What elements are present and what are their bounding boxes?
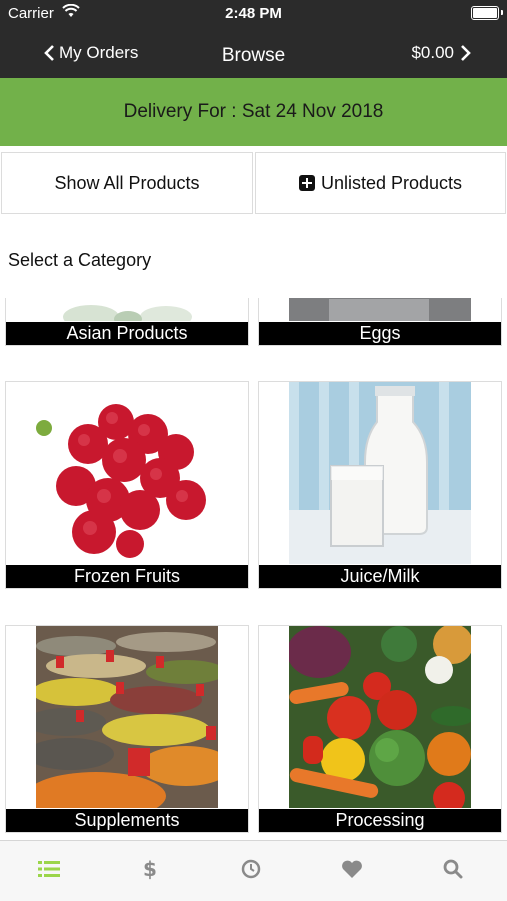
tab-orders[interactable]: $ [135, 855, 165, 883]
unlisted-label: Unlisted Products [320, 172, 463, 193]
category-label: Eggs [259, 322, 501, 345]
delivery-date-label: Delivery For : Sat 24 Nov 2018 [123, 101, 384, 122]
category-label: Processing [259, 809, 501, 832]
show-all-label: Show All Products [54, 172, 200, 193]
grains-spices-image [36, 626, 218, 808]
asian-products-image [36, 298, 218, 321]
action-button-row: Show All Products Unlisted Products [0, 152, 507, 216]
back-button[interactable]: My Orders [44, 43, 138, 63]
category-label: Supplements [6, 809, 248, 832]
category-grid[interactable]: Asian Products Eggs Frozen Fruits Juice/… [0, 298, 507, 838]
tab-favorites[interactable] [337, 855, 367, 883]
chevron-right-icon [461, 45, 471, 61]
category-label: Asian Products [6, 322, 248, 345]
category-tile-supplements[interactable]: Supplements [5, 625, 249, 833]
category-tile-eggs[interactable]: Eggs [258, 298, 502, 346]
tab-categories[interactable] [34, 855, 64, 883]
battery-icon [471, 6, 499, 20]
cart-total-button[interactable]: $0.00 [411, 43, 471, 63]
category-tile-frozen-fruits[interactable]: Frozen Fruits [5, 381, 249, 589]
category-tile-asian-products[interactable]: Asian Products [5, 298, 249, 346]
category-label: Juice/Milk [259, 565, 501, 588]
tab-search[interactable] [438, 855, 468, 883]
navigation-bar: My Orders Browse $0.00 [0, 28, 507, 78]
vegetables-image [289, 626, 471, 808]
heart-icon [342, 860, 362, 878]
list-icon [38, 861, 60, 877]
search-icon [443, 859, 463, 879]
category-tile-juice-milk[interactable]: Juice/Milk [258, 381, 502, 589]
section-title: Select a Category [8, 250, 152, 270]
clock-time: 2:48 PM [225, 5, 282, 22]
clock-icon [241, 859, 261, 879]
eggs-image [289, 298, 471, 321]
back-label: My Orders [59, 43, 139, 62]
milk-image [289, 382, 471, 564]
delivery-banner: Delivery For : Sat 24 Nov 2018 [0, 78, 507, 146]
tab-history[interactable] [236, 855, 266, 883]
tab-bar: $ [0, 840, 507, 901]
show-all-products-button[interactable]: Show All Products [1, 152, 253, 214]
chevron-left-icon [44, 45, 54, 61]
cart-total: $0.00 [411, 43, 454, 62]
status-bar: Carrier 2:48 PM [0, 0, 507, 28]
unlisted-products-button[interactable]: Unlisted Products [255, 152, 506, 214]
category-label: Frozen Fruits [6, 565, 248, 588]
dollar-icon: $ [143, 857, 157, 881]
category-tile-processing[interactable]: Processing [258, 625, 502, 833]
raspberries-image [36, 382, 218, 564]
plus-square-icon [298, 175, 315, 191]
